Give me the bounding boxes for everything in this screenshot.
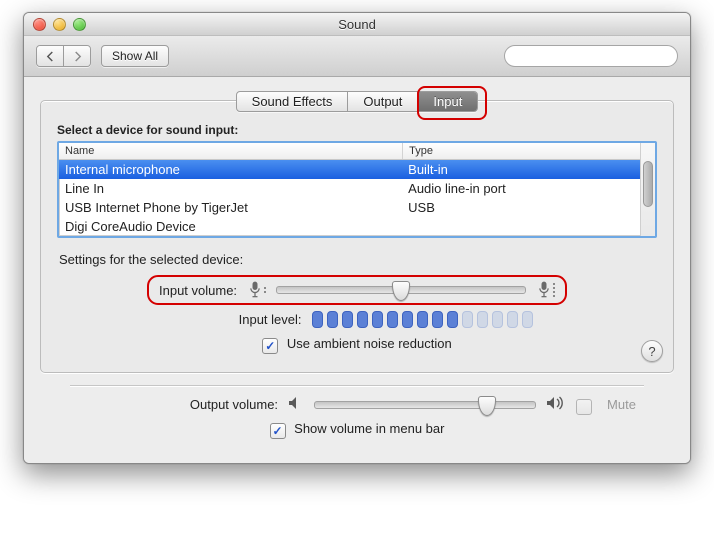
output-volume-slider[interactable] bbox=[314, 401, 536, 409]
device-name: Digi CoreAudio Device bbox=[59, 217, 402, 236]
device-row[interactable]: Internal microphoneBuilt-in bbox=[59, 160, 640, 179]
device-row[interactable]: USB Internet Phone by TigerJetUSB bbox=[59, 198, 640, 217]
input-volume-slider[interactable] bbox=[276, 286, 526, 294]
input-level-label: Input level: bbox=[132, 312, 302, 327]
level-segment bbox=[507, 311, 518, 328]
level-segment bbox=[372, 311, 383, 328]
slider-thumb[interactable] bbox=[392, 281, 410, 301]
device-row[interactable]: Line InAudio line-in port bbox=[59, 179, 640, 198]
nav-back-forward bbox=[36, 45, 91, 67]
speaker-quiet-icon bbox=[288, 396, 304, 413]
level-segment bbox=[417, 311, 428, 328]
back-button[interactable] bbox=[37, 46, 64, 66]
level-segment bbox=[387, 311, 398, 328]
microphone-loud-icon bbox=[536, 280, 555, 300]
slider-thumb[interactable] bbox=[478, 396, 496, 416]
window-controls bbox=[24, 18, 86, 31]
level-segment bbox=[357, 311, 368, 328]
level-segment bbox=[477, 311, 488, 328]
level-segment bbox=[402, 311, 413, 328]
forward-button[interactable] bbox=[64, 46, 90, 66]
search-field[interactable] bbox=[504, 45, 678, 67]
level-segment bbox=[312, 311, 323, 328]
window-title: Sound bbox=[24, 17, 690, 32]
level-segment bbox=[462, 311, 473, 328]
column-name[interactable]: Name bbox=[59, 143, 403, 159]
chevron-right-icon bbox=[73, 51, 82, 62]
show-volume-menubar-checkbox[interactable]: ✓ bbox=[270, 423, 286, 439]
device-table: Name Type Internal microphoneBuilt-inLin… bbox=[57, 141, 657, 238]
level-segment bbox=[342, 311, 353, 328]
show-all-button[interactable]: Show All bbox=[101, 45, 169, 67]
output-volume-label: Output volume: bbox=[78, 397, 278, 412]
device-name: Internal microphone bbox=[59, 160, 402, 179]
zoom-window-button[interactable] bbox=[73, 18, 86, 31]
device-name: Line In bbox=[59, 179, 402, 198]
column-type[interactable]: Type bbox=[403, 143, 640, 159]
input-pane: Select a device for sound input: Name Ty… bbox=[40, 100, 674, 373]
input-volume-label: Input volume: bbox=[159, 283, 237, 298]
sound-preferences-window: Sound Show All Sound Effects Output Inpu… bbox=[23, 12, 691, 464]
device-type: USB bbox=[402, 198, 640, 217]
scrollbar[interactable] bbox=[640, 143, 655, 236]
microphone-quiet-icon bbox=[247, 280, 266, 300]
level-segment bbox=[522, 311, 533, 328]
level-segment bbox=[327, 311, 338, 328]
ambient-noise-checkbox[interactable]: ✓ bbox=[262, 338, 278, 354]
minimize-window-button[interactable] bbox=[53, 18, 66, 31]
show-volume-menubar-label: Show volume in menu bar bbox=[294, 421, 444, 436]
tab-sound-effects[interactable]: Sound Effects bbox=[237, 92, 349, 111]
device-type: Built-in bbox=[402, 160, 640, 179]
titlebar: Sound bbox=[24, 13, 690, 36]
tab-input[interactable]: Input bbox=[418, 92, 477, 111]
settings-heading: Settings for the selected device: bbox=[59, 252, 657, 267]
toolbar: Show All bbox=[24, 36, 690, 77]
device-type bbox=[402, 217, 640, 236]
level-segment bbox=[447, 311, 458, 328]
mute-label: Mute bbox=[607, 397, 636, 412]
level-segment bbox=[492, 311, 503, 328]
device-type: Audio line-in port bbox=[402, 179, 640, 198]
chevron-left-icon bbox=[46, 51, 55, 62]
scrollbar-thumb[interactable] bbox=[643, 161, 653, 207]
close-window-button[interactable] bbox=[33, 18, 46, 31]
input-level-meter bbox=[312, 311, 533, 328]
search-input[interactable] bbox=[517, 48, 676, 64]
device-table-header: Name Type bbox=[59, 143, 640, 160]
device-select-heading: Select a device for sound input: bbox=[57, 123, 657, 137]
separator bbox=[70, 385, 644, 386]
highlight-input-volume: Input volume: bbox=[147, 275, 567, 305]
mute-checkbox: ✓ bbox=[576, 399, 592, 415]
speaker-loud-icon bbox=[546, 396, 566, 413]
tab-output[interactable]: Output bbox=[348, 92, 418, 111]
level-segment bbox=[432, 311, 443, 328]
tabs: Sound Effects Output Input bbox=[236, 91, 479, 112]
help-button[interactable]: ? bbox=[641, 340, 663, 362]
device-row[interactable]: Digi CoreAudio Device bbox=[59, 217, 640, 236]
device-name: USB Internet Phone by TigerJet bbox=[59, 198, 402, 217]
ambient-noise-label: Use ambient noise reduction bbox=[287, 336, 452, 351]
